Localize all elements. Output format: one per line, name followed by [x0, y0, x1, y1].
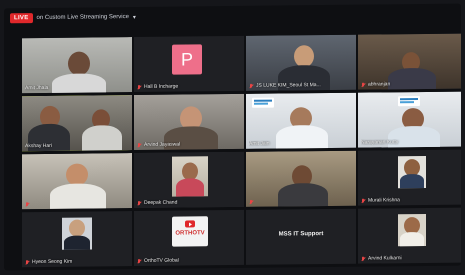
participant-display-name: MSS IT Support — [278, 231, 324, 238]
muted-mic-icon — [361, 198, 366, 203]
muted-mic-icon — [137, 142, 142, 147]
muted-mic-icon — [249, 200, 254, 205]
participant-tile[interactable]: Arvind Jayaswal — [134, 93, 244, 151]
top-bar: LIVE on Custom Live Streaming Service ▾ — [4, 4, 461, 29]
participant-tile[interactable]: Amit Jhala — [22, 37, 132, 94]
participant-name: Murali Krishna — [361, 197, 461, 204]
participant-name: Deepak Chand — [137, 199, 241, 206]
muted-mic-icon — [137, 84, 142, 89]
participant-tile[interactable] — [22, 153, 132, 210]
muted-mic-icon — [249, 83, 254, 88]
participant-name: OrthoTV Global — [137, 257, 241, 264]
participant-tile[interactable]: Deepak Chand — [134, 151, 244, 209]
muted-mic-icon — [361, 256, 366, 261]
orthotv-logo: ORTHOTV — [172, 216, 208, 247]
participant-tile[interactable]: Arvind Kulkarni — [358, 207, 461, 264]
live-stream-title[interactable]: on Custom Live Streaming Service — [37, 14, 129, 21]
participant-tile[interactable]: MSS IT Support — [246, 208, 356, 265]
muted-mic-icon — [25, 260, 30, 265]
participant-tile[interactable]: Hyeon Seong Kim — [22, 211, 132, 268]
live-badge[interactable]: LIVE — [10, 13, 33, 24]
muted-mic-icon — [25, 202, 30, 207]
participant-name: Hall B Incharge — [137, 83, 241, 90]
participant-tile[interactable] — [246, 150, 356, 207]
muted-mic-icon — [361, 82, 366, 87]
muted-mic-icon — [137, 200, 142, 205]
participant-tile[interactable]: ORTHOTV OrthoTV Global — [134, 209, 244, 267]
participant-tile-active[interactable]: Akshay Hari — [22, 95, 132, 152]
participant-name: Narayanan Kutty — [361, 139, 399, 146]
participant-name: Amit Jhala — [25, 84, 49, 92]
zoom-window: LIVE on Custom Live Streaming Service ▾ … — [4, 3, 461, 271]
participant-name: Akshay Hari — [25, 142, 52, 150]
participant-name: abhranjan — [361, 81, 461, 88]
gallery-grid: Amit Jhala P Hall B Incharge JS LUKE KIM… — [22, 33, 461, 268]
participant-name: Arvind Kulkarni — [361, 255, 461, 262]
avatar: P — [172, 44, 202, 75]
participant-tile[interactable]: Amit Jain — [246, 92, 356, 149]
play-icon — [185, 220, 195, 228]
participant-tile[interactable]: abhranjan — [358, 33, 461, 90]
participant-name: Amit Jain — [249, 140, 270, 147]
muted-mic-icon — [137, 258, 142, 263]
chevron-down-icon[interactable]: ▾ — [133, 14, 136, 21]
participant-tile[interactable]: Murali Krishna — [358, 149, 461, 206]
participant-tile[interactable]: Narayanan Kutty — [358, 91, 461, 148]
participant-name: Arvind Jayaswal — [137, 141, 241, 148]
participant-tile[interactable]: JS LUKE KIM_Seoul St Ma... — [246, 34, 356, 91]
participant-name: JS LUKE KIM_Seoul St Ma... — [249, 82, 353, 89]
participant-tile[interactable]: P Hall B Incharge — [134, 35, 244, 93]
participant-name: Hyeon Seong Kim — [25, 258, 129, 265]
